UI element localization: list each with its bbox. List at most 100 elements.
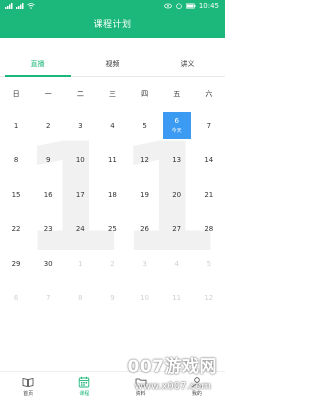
book-icon bbox=[22, 378, 34, 387]
calendar-day[interactable]: 18 bbox=[96, 181, 128, 208]
calendar-day[interactable]: 17 bbox=[64, 181, 96, 208]
app-screen: 10:45 课程计划 直播 视频 讲义 11 日一二三四五六 1 2 3 4 5 6 今天 7… bbox=[0, 0, 225, 400]
nav-course[interactable]: 课程 bbox=[56, 372, 112, 400]
calendar-day[interactable]: 11 bbox=[96, 147, 128, 174]
calendar-day[interactable]: 8 bbox=[64, 285, 96, 312]
day-number: 25 bbox=[107, 225, 117, 233]
day-number: 13 bbox=[172, 156, 182, 164]
calendar-day[interactable]: 22 bbox=[0, 216, 32, 243]
calendar-day[interactable]: 12 bbox=[129, 147, 161, 174]
day-number: 8 bbox=[13, 156, 19, 164]
day-number: 11 bbox=[107, 156, 117, 164]
calendar-day[interactable]: 8 bbox=[0, 147, 32, 174]
status-left bbox=[5, 0, 35, 12]
calendar-day[interactable]: 2 bbox=[32, 112, 64, 139]
day-number: 3 bbox=[78, 121, 83, 130]
weekday-label: 二 bbox=[76, 90, 84, 98]
day-number: 4 bbox=[174, 259, 179, 268]
calendar-day[interactable]: 4 bbox=[96, 112, 128, 139]
calendar-day[interactable]: 29 bbox=[0, 250, 32, 277]
calendar-day[interactable]: 21 bbox=[193, 181, 225, 208]
alarm-icon bbox=[176, 3, 182, 9]
calendar-day[interactable]: 4 bbox=[161, 250, 193, 277]
nav-home-label: 首页 bbox=[23, 391, 34, 397]
calendar-day[interactable]: 20 bbox=[161, 181, 193, 208]
calendar-day[interactable]: 12 bbox=[193, 285, 225, 312]
day-number: 9 bbox=[110, 294, 115, 302]
calendar-day[interactable]: 26 bbox=[129, 216, 161, 243]
calendar-day[interactable]: 2 bbox=[96, 250, 128, 277]
calendar-day[interactable]: 15 bbox=[0, 181, 32, 208]
calendar-day[interactable]: 11 bbox=[161, 285, 193, 312]
calendar-day[interactable]: 3 bbox=[64, 112, 96, 139]
day-number: 16 bbox=[43, 190, 53, 199]
day-number: 10 bbox=[140, 294, 150, 302]
page-title: 课程计划 bbox=[0, 12, 225, 38]
calendar-day[interactable]: 3 bbox=[129, 250, 161, 277]
calendar-day[interactable]: 1 bbox=[64, 250, 96, 277]
day-number: 7 bbox=[45, 294, 51, 302]
calendar-day[interactable]: 10 bbox=[64, 147, 96, 174]
calendar-day[interactable]: 5 bbox=[193, 250, 225, 277]
calendar-day[interactable]: 16 bbox=[32, 181, 64, 208]
calendar-icon bbox=[79, 376, 90, 388]
eye-icon bbox=[163, 3, 172, 9]
calendar-day[interactable]: 9 bbox=[32, 147, 64, 174]
today-label: 今天 bbox=[171, 128, 182, 134]
day-number: 19 bbox=[140, 190, 150, 199]
day-number: 11 bbox=[172, 294, 182, 302]
day-number: 5 bbox=[142, 121, 147, 130]
day-number: 14 bbox=[204, 156, 214, 164]
calendar-day[interactable]: 6 bbox=[0, 285, 32, 312]
site-watermark: 007游戏网 bbox=[127, 357, 217, 377]
calendar-day[interactable]: 13 bbox=[161, 147, 193, 174]
calendar-day-today[interactable]: 6 今天 bbox=[162, 112, 191, 139]
day-number: 6 bbox=[174, 117, 179, 125]
weekday-label: 一 bbox=[44, 90, 52, 98]
calendar-day[interactable]: 1 bbox=[0, 112, 32, 139]
calendar-day[interactable]: 5 bbox=[129, 112, 161, 139]
tab-video[interactable]: 视频 bbox=[75, 52, 150, 76]
calendar-day[interactable]: 27 bbox=[161, 216, 193, 243]
day-number: 30 bbox=[43, 259, 53, 268]
calendar-day[interactable]: 7 bbox=[32, 285, 64, 312]
tab-bar: 直播 视频 讲义 bbox=[0, 52, 225, 77]
nav-course-label: 课程 bbox=[79, 391, 90, 397]
day-number: 27 bbox=[172, 225, 182, 233]
calendar-day[interactable]: 24 bbox=[64, 216, 96, 243]
day-number: 4 bbox=[110, 121, 115, 130]
weekday-label: 日 bbox=[12, 90, 20, 98]
day-number: 23 bbox=[43, 225, 53, 233]
calendar-day[interactable]: 28 bbox=[193, 216, 225, 243]
weekday-header: 日一二三四五六 bbox=[0, 89, 225, 103]
nav-home[interactable]: 首页 bbox=[0, 372, 56, 400]
day-number: 7 bbox=[206, 121, 212, 130]
calendar-day[interactable]: 10 bbox=[129, 285, 161, 312]
day-number: 26 bbox=[140, 225, 150, 233]
site-watermark-url: www.x007.com bbox=[134, 381, 211, 392]
calendar-day[interactable]: 30 bbox=[32, 250, 64, 277]
day-number: 17 bbox=[75, 190, 85, 199]
calendar-day[interactable]: 19 bbox=[129, 181, 161, 208]
calendar-day[interactable]: 14 bbox=[193, 147, 225, 174]
day-number: 5 bbox=[206, 259, 212, 268]
calendar-week-row: 6 7 8 9 10 11 12 bbox=[0, 285, 225, 312]
calendar-day[interactable]: 7 bbox=[193, 112, 225, 139]
day-number: 6 bbox=[13, 294, 19, 302]
calendar-week-row: 29 30 1 2 3 4 5 bbox=[0, 250, 225, 277]
day-number: 2 bbox=[110, 259, 115, 268]
day-number: 20 bbox=[172, 190, 182, 199]
calendar-day[interactable]: 9 bbox=[96, 285, 128, 312]
day-number: 29 bbox=[11, 259, 21, 268]
tab-notes[interactable]: 讲义 bbox=[150, 52, 225, 76]
calendar-day[interactable]: 23 bbox=[32, 216, 64, 243]
tab-live[interactable]: 直播 bbox=[0, 52, 75, 77]
day-number: 9 bbox=[45, 156, 51, 164]
day-number: 12 bbox=[140, 156, 150, 164]
day-number: 21 bbox=[204, 190, 214, 199]
signal-icon bbox=[5, 3, 13, 9]
calendar-grid: 1 2 3 4 5 6 今天 7 8 9 10 11 12 13 14 15 16 17 18 19 20 21 22 23 2… bbox=[0, 112, 225, 319]
calendar-week-row: 15 16 17 18 19 20 21 bbox=[0, 181, 225, 208]
calendar-day[interactable]: 25 bbox=[96, 216, 128, 243]
day-number: 12 bbox=[204, 294, 214, 302]
